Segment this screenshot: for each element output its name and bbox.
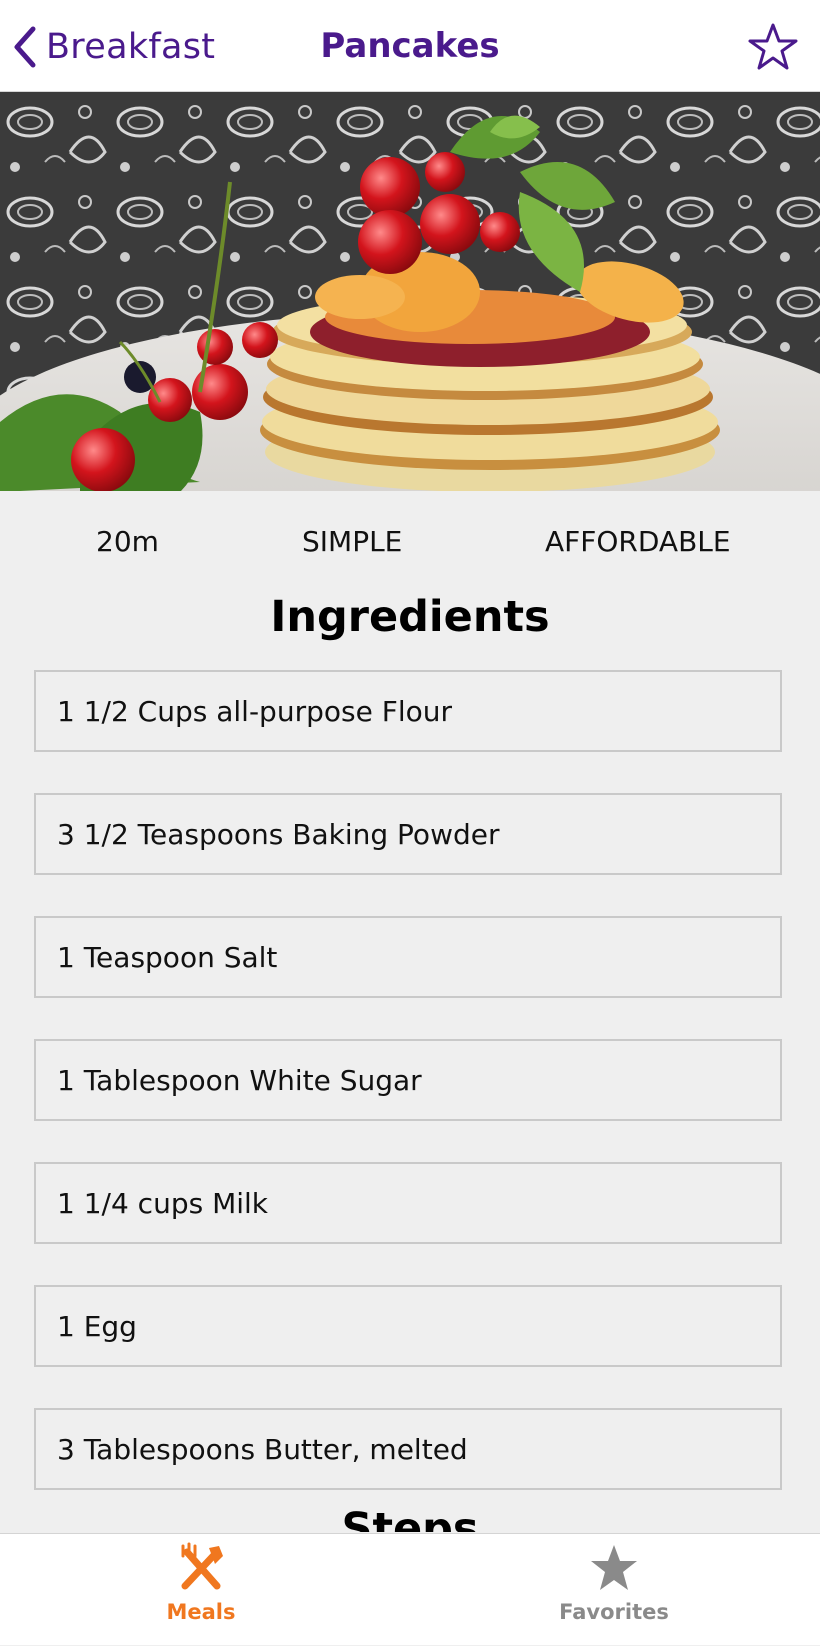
tab-favorites[interactable]: Favorites [514, 1534, 714, 1646]
tab-meals-label: Meals [166, 1600, 236, 1624]
fork-knife-icon [181, 1542, 223, 1590]
meal-duration: 20m [96, 525, 159, 558]
tab-favorites-label: Favorites [559, 1600, 669, 1624]
star-outline-icon [748, 23, 798, 70]
ingredient-item: 3 Tablespoons Butter, melted [34, 1408, 782, 1490]
ingredient-item: 1 Teaspoon Salt [34, 916, 782, 998]
ingredient-item: 1 Tablespoon White Sugar [34, 1039, 782, 1121]
navigation-header: Breakfast Pancakes [0, 0, 820, 92]
ingredients-title: Ingredients [270, 592, 550, 642]
star-icon [591, 1545, 637, 1590]
ingredient-item: 3 1/2 Teaspoons Baking Powder [34, 793, 782, 875]
tab-meals[interactable]: Meals [101, 1534, 301, 1646]
ingredient-item: 1 1/2 Cups all-purpose Flour [34, 670, 782, 752]
meal-image [0, 92, 820, 491]
ingredient-item: 1 1/4 cups Milk [34, 1162, 782, 1244]
meal-affordability: AFFORDABLE [545, 525, 731, 558]
ingredients-list: 1 1/2 Cups all-purpose Flour 3 1/2 Teasp… [34, 670, 782, 1531]
steps-title: Steps [0, 1508, 820, 1532]
steps-title-text: Steps [0, 1508, 820, 1532]
favorite-button[interactable] [748, 22, 798, 72]
meal-complexity: SIMPLE [302, 525, 403, 558]
page-title: Pancakes [320, 26, 500, 66]
ingredient-item: 1 Egg [34, 1285, 782, 1367]
bottom-tab-bar: Meals Favorites [0, 1533, 820, 1645]
